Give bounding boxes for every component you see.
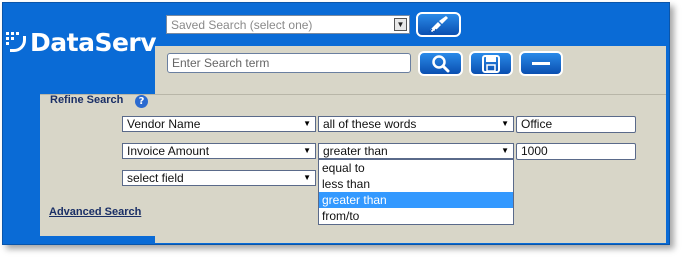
minus-icon: [532, 61, 550, 65]
operator-select-1[interactable]: all of these words ▼: [318, 116, 514, 132]
dropdown-option[interactable]: less than: [319, 176, 513, 192]
search-placeholder: Enter Search term: [172, 56, 270, 70]
field-select-3[interactable]: select field ▼: [122, 170, 316, 186]
operator-select-1-value: all of these words: [323, 117, 417, 131]
field-select-1-value: Vendor Name: [127, 117, 201, 131]
field-select-2[interactable]: Invoice Amount ▼: [122, 143, 316, 159]
dropdown-option-selected[interactable]: greater than: [319, 192, 513, 208]
dataserv-logo: DataServ: [6, 28, 157, 57]
operator-select-2[interactable]: greater than ▼: [318, 143, 514, 159]
chevron-down-icon: ▼: [501, 146, 509, 155]
chevron-down-icon: ▼: [303, 173, 311, 182]
value-input-2[interactable]: 1000: [516, 143, 636, 160]
saved-search-select[interactable]: Saved Search (select one) ▼: [166, 15, 410, 34]
broom-icon: [428, 15, 448, 34]
field-select-1[interactable]: Vendor Name ▼: [122, 116, 316, 132]
value-input-1[interactable]: Office: [516, 116, 636, 133]
field-select-2-value: Invoice Amount: [127, 144, 210, 158]
chevron-down-icon: ▼: [303, 119, 311, 128]
logo-grid-icon: [6, 31, 28, 54]
field-select-3-value: select field: [127, 171, 184, 185]
search-icon: [431, 54, 449, 72]
value-input-1-text: Office: [521, 117, 553, 131]
save-search-button[interactable]: [469, 51, 513, 76]
dropdown-option[interactable]: from/to: [319, 208, 513, 224]
operator-dropdown-list[interactable]: equal to less than greater than from/to: [318, 159, 514, 225]
value-input-2-text: 1000: [521, 144, 548, 158]
logo-text: DataServ: [30, 28, 157, 57]
chevron-down-icon: ▼: [303, 146, 311, 155]
refine-search-title: Refine Search: [50, 94, 124, 106]
dropdown-option[interactable]: equal to: [319, 160, 513, 176]
advanced-search-link[interactable]: Advanced Search: [49, 206, 141, 218]
chevron-down-icon: ▼: [394, 18, 407, 31]
clear-search-button[interactable]: [416, 12, 461, 37]
collapse-button[interactable]: [519, 51, 563, 76]
help-icon[interactable]: ?: [135, 95, 148, 108]
saved-search-value: Saved Search (select one): [171, 18, 313, 32]
search-button[interactable]: [418, 51, 463, 76]
save-icon: [482, 54, 500, 73]
chevron-down-icon: ▼: [501, 119, 509, 128]
search-input[interactable]: Enter Search term: [167, 53, 411, 73]
operator-select-2-value: greater than: [323, 144, 388, 158]
